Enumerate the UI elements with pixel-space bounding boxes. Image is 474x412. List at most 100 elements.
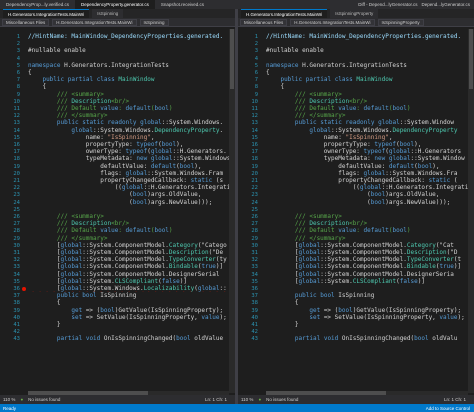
- code-line[interactable]: 30 [global::System.ComponentModel.Catego…: [238, 242, 474, 249]
- code-text[interactable]: /// <summary>: [28, 213, 104, 220]
- code-text[interactable]: flags: global::System.Windows.Fra: [266, 170, 457, 177]
- member-dropdown[interactable]: IsSpinningProperty: [377, 18, 424, 26]
- code-line[interactable]: 27 /// Description<br/>: [238, 220, 474, 227]
- code-text[interactable]: (bool)args.OldValue,: [28, 191, 201, 198]
- code-text[interactable]: {: [266, 69, 270, 76]
- code-text[interactable]: /// Description<br/>: [28, 98, 129, 105]
- code-line[interactable]: 41 }: [238, 321, 474, 328]
- code-text[interactable]: /// Default value: default(bool): [266, 105, 411, 112]
- code-line[interactable]: 41 }: [0, 321, 235, 328]
- code-text[interactable]: partial void OnIsSpinningChanged(bool ol…: [266, 335, 458, 342]
- zoom-level[interactable]: 110 %: [241, 397, 253, 402]
- code-text[interactable]: (bool)args.NewValue)));: [266, 199, 450, 206]
- code-text[interactable]: defaultValue: default(bool),: [28, 163, 201, 170]
- pane-tab[interactable]: IsSpinning: [92, 9, 124, 18]
- code-text[interactable]: namespace H.Generators.IntegrationTests: [28, 62, 169, 69]
- scrollbar-thumb[interactable]: [230, 29, 234, 89]
- code-line[interactable]: 28 /// Default value: default(bool): [0, 227, 235, 234]
- code-line[interactable]: 20 flags: global::System.Windows.Fram: [0, 170, 235, 177]
- code-text[interactable]: /// </summary>: [266, 235, 346, 242]
- code-line[interactable]: 6{: [0, 69, 235, 76]
- code-line[interactable]: 21 propertyChangedCallback: static (: [238, 177, 474, 184]
- code-text[interactable]: propertyType: typeof(bool),: [28, 141, 184, 148]
- code-text[interactable]: }: [28, 321, 61, 328]
- code-text[interactable]: ((global::H.Generators.Integratio: [28, 184, 234, 191]
- code-line[interactable]: 26 /// <summary>: [238, 213, 474, 220]
- code-line[interactable]: 19 defaultValue: default(bool),: [0, 163, 235, 170]
- code-text[interactable]: /// Description<br/>: [28, 220, 129, 227]
- code-line[interactable]: 34 [global::System.ComponentModel.Design…: [238, 271, 474, 278]
- code-text[interactable]: namespace H.Generators.IntegrationTests: [266, 62, 407, 69]
- code-line[interactable]: 20 flags: global::System.Windows.Fra: [238, 170, 474, 177]
- code-text[interactable]: [global::System.ComponentModel.Category(…: [28, 242, 227, 249]
- code-line[interactable]: 8 {: [238, 83, 474, 90]
- code-line[interactable]: 4: [0, 55, 235, 62]
- code-line[interactable]: 22 ((global::H.Generators.Integrati: [238, 184, 474, 191]
- code-line[interactable]: 33 [global::System.ComponentModel.Bindab…: [238, 263, 474, 270]
- code-line[interactable]: 12 /// </summary>: [0, 112, 235, 119]
- code-text[interactable]: propertyType: typeof(bool),: [266, 141, 422, 148]
- code-line[interactable]: 9 /// <summary>: [0, 91, 235, 98]
- code-text[interactable]: propertyChangedCallback: static (s: [28, 177, 223, 184]
- code-text[interactable]: /// Default value: default(bool): [28, 105, 173, 112]
- code-line[interactable]: 1//HintName: MainWindow_DependencyProper…: [0, 33, 235, 40]
- type-dropdown[interactable]: H.Generators.IntegrationTests.MainWi: [290, 18, 375, 26]
- source-control-button[interactable]: Add to Source Control: [426, 406, 474, 411]
- pane-tab[interactable]: IsSpinningProperty: [330, 9, 379, 18]
- code-text[interactable]: /// Description<br/>: [266, 220, 367, 227]
- code-line[interactable]: 2: [238, 40, 474, 47]
- code-text[interactable]: ownerType: typeof(global::H.Generators: [266, 148, 461, 155]
- code-text[interactable]: (bool)args.NewValue)));: [28, 199, 212, 206]
- code-text[interactable]: /// </summary>: [28, 112, 108, 119]
- code-line[interactable]: 23 (bool)args.OldValue,: [238, 191, 474, 198]
- code-line[interactable]: 11 /// Default value: default(bool): [238, 105, 474, 112]
- code-line[interactable]: 14 global::System.Windows.DependencyProp…: [238, 127, 474, 134]
- code-line[interactable]: 37 public bool IsSpinning: [0, 292, 235, 299]
- project-dropdown[interactable]: Miscellaneous Files: [2, 18, 50, 26]
- code-line[interactable]: 13 public static readonly global::System…: [0, 119, 235, 126]
- code-line[interactable]: 40 set => SetValue(IsSpinningProperty, v…: [238, 314, 474, 321]
- code-text[interactable]: name: "IsSpinning",: [266, 134, 393, 141]
- document-tab[interactable]: Depend...lyGenerator.cs: [421, 2, 470, 7]
- code-text[interactable]: global::System.Windows.DependencyPropert…: [28, 127, 223, 134]
- code-text[interactable]: partial void OnIsSpinningChanged(bool ol…: [28, 335, 223, 342]
- code-text[interactable]: public partial class MainWindow: [28, 76, 154, 83]
- code-line[interactable]: 27 /// Description<br/>: [0, 220, 235, 227]
- code-text[interactable]: {: [28, 83, 46, 90]
- code-line[interactable]: 13 public static readonly global::System…: [238, 119, 474, 126]
- code-text[interactable]: [global::System.ComponentModel.TypeConve…: [28, 256, 227, 263]
- code-text[interactable]: (bool)args.OldValue,: [266, 191, 439, 198]
- code-text[interactable]: [global::System.ComponentModel.Descripti…: [266, 249, 458, 256]
- zoom-level[interactable]: 110 %: [3, 397, 15, 402]
- type-dropdown[interactable]: H.Generators.IntegrationTests.MainWi: [52, 18, 137, 26]
- code-line[interactable]: 37 public bool IsSpinning: [238, 292, 474, 299]
- code-line[interactable]: 38 {: [0, 299, 235, 306]
- code-line[interactable]: 32 [global::System.ComponentModel.TypeCo…: [0, 256, 235, 263]
- document-tab[interactable]: DependencyProp...ly.verified.cs: [0, 0, 75, 9]
- code-line[interactable]: 28 /// Default value: default(bool): [238, 227, 474, 234]
- code-line[interactable]: 3 #nullable enable: [0, 47, 235, 54]
- document-tab-active[interactable]: DependencyProperty.generator.cs: [74, 0, 155, 9]
- code-line[interactable]: 38 {: [238, 299, 474, 306]
- code-text[interactable]: {: [28, 69, 32, 76]
- code-line[interactable]: 5 namespace H.Generators.IntegrationTests: [238, 62, 474, 69]
- code-line[interactable]: 9 /// <summary>: [238, 91, 474, 98]
- code-text[interactable]: {: [266, 83, 284, 90]
- vertical-scrollbar[interactable]: [468, 29, 474, 393]
- code-line[interactable]: 31 [global::System.ComponentModel.Descri…: [0, 249, 235, 256]
- code-text[interactable]: /// <summary>: [266, 213, 342, 220]
- code-text[interactable]: /// Default value: default(bool): [266, 227, 411, 234]
- code-editor[interactable]: 1//HintName: MainWindow_DependencyProper…: [238, 29, 474, 393]
- code-text[interactable]: [global::System.ComponentModel.DesignerS…: [266, 271, 454, 278]
- code-text[interactable]: public partial class MainWindow: [266, 76, 392, 83]
- code-line[interactable]: 39 get => (bool)GetValue(IsSpinningPrope…: [238, 307, 474, 314]
- code-line[interactable]: 24 (bool)args.NewValue)));: [238, 199, 474, 206]
- code-text[interactable]: defaultValue: default(bool),: [266, 163, 439, 170]
- code-line[interactable]: 2: [0, 40, 235, 47]
- code-text[interactable]: ownerType: typeof(global::H.Generators.: [28, 148, 227, 155]
- code-line[interactable]: 29 /// </summary>: [238, 235, 474, 242]
- code-text[interactable]: public bool IsSpinning: [28, 292, 137, 299]
- code-line[interactable]: 12 /// </summary>: [238, 112, 474, 119]
- code-text[interactable]: global::System.Windows.DependencyPropert…: [266, 127, 457, 134]
- code-text[interactable]: public static readonly global::System.Wi…: [266, 119, 454, 126]
